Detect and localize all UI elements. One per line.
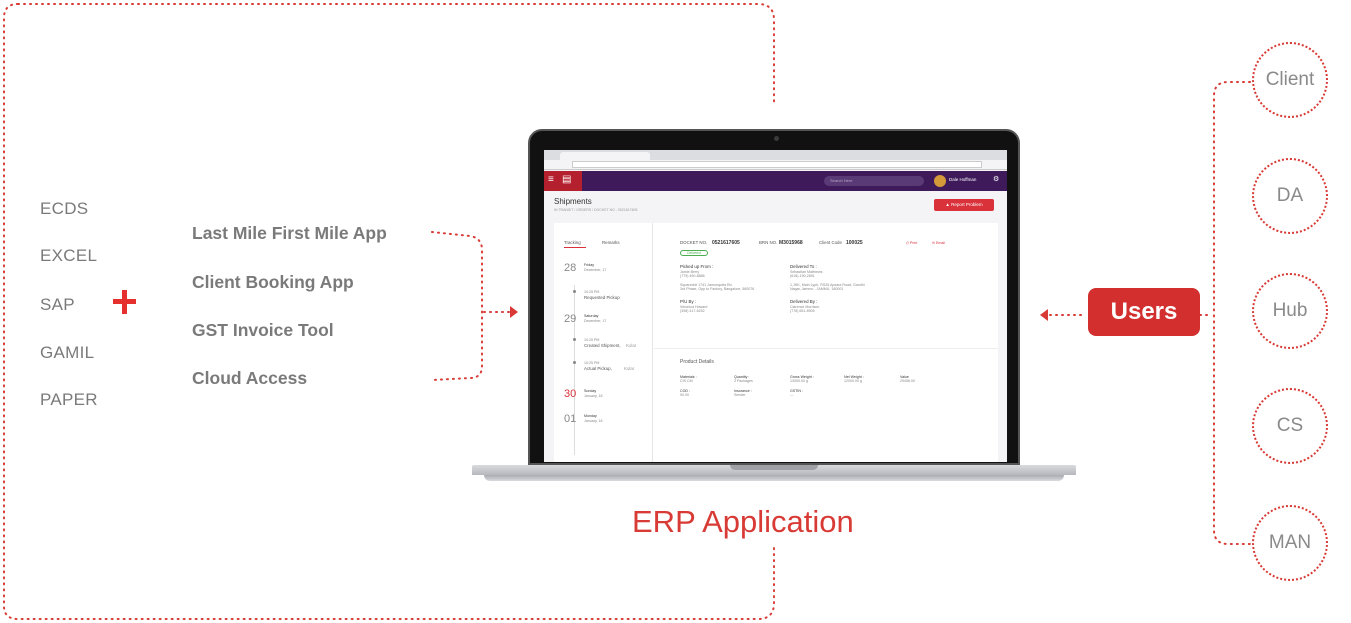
timeline-event: Actual Pickup,: [584, 366, 612, 371]
laptop-base-bottom: [484, 475, 1064, 481]
pickup-address-2: 3rd Phase, Opp to Factory, Bangalore, 56…: [680, 287, 755, 291]
timeline-month: December, 17: [584, 319, 607, 323]
role-da: DA: [1252, 158, 1328, 234]
app-cloud-access: Cloud Access: [192, 368, 308, 388]
timeline-weekday: Sunday: [584, 389, 597, 393]
docket-number: 0521617605: [712, 240, 740, 246]
browser-addressbar: [544, 160, 1007, 170]
timeline-dot: [573, 290, 576, 293]
print-label: Print: [909, 241, 918, 245]
report-label: Report Problem: [951, 202, 983, 207]
avatar: [934, 175, 946, 187]
brn-number: M3015968: [779, 240, 803, 246]
app-client-booking: Client Booking App: [192, 272, 354, 292]
laptop-bezel: ≡ ▤ Search Here Dale Hoffman ⚙ Shipments…: [528, 129, 1020, 465]
search-input: Search Here: [824, 176, 924, 186]
delivered-to-phone: (618)-190-2891: [790, 274, 815, 278]
role-cs: CS: [1252, 388, 1328, 464]
user-name: Dale Hoffman: [949, 177, 977, 182]
email-label: Email: [936, 241, 946, 245]
timeline-weekday: Monday: [584, 414, 597, 418]
client-code-label: Client Code: [819, 240, 842, 245]
app-gst-invoice: GST Invoice Tool: [192, 320, 334, 340]
timeline-month: January, 18: [584, 394, 603, 398]
timeline-line: [574, 285, 575, 455]
timeline-time: 10:25 PM: [584, 338, 600, 342]
email-link: ✉ Email: [932, 241, 946, 245]
erp-application-label: ERP Application: [632, 504, 854, 539]
shipment-panel: Tracking Remarks 28 Friday December, 17 …: [554, 223, 998, 462]
pickup-label: Picked up From :: [680, 264, 714, 269]
url-field: [572, 161, 982, 168]
source-excel: EXCEL: [40, 246, 98, 265]
panel-divider: [652, 223, 653, 462]
erp-screen: ≡ ▤ Search Here Dale Hoffman ⚙ Shipments…: [544, 150, 1007, 462]
timeline-time: 10:25 PM: [584, 290, 600, 294]
timeline-dot: [573, 361, 576, 364]
tab-remarks: Remarks: [602, 240, 620, 245]
timeline-event: Requested Pickup: [584, 295, 620, 300]
value-value: 29456.00: [900, 379, 915, 383]
gstin-value: ---: [790, 393, 794, 397]
timeline-time: 10:25 PM: [584, 361, 600, 365]
pickup-by-phone: (398) 417-6252: [680, 309, 705, 313]
cod-value: 00.00: [680, 393, 689, 397]
users-box: Users: [1088, 288, 1200, 336]
browser-tabbar: [544, 150, 1007, 160]
timeline-event: Created Shipment,: [584, 343, 621, 348]
page-title: Shipments: [554, 197, 592, 206]
menu-icon: ≡: [548, 174, 554, 185]
source-paper: PAPER: [40, 390, 98, 409]
brand-block: ≡ ▤: [544, 171, 582, 191]
timeline-place: Kolar: [624, 366, 635, 371]
pickup-phone: (779) 490-8886: [680, 274, 705, 278]
source-sap: SAP: [40, 295, 75, 314]
camera-icon: [774, 136, 779, 141]
docket-label: DOCKET NO.: [680, 240, 708, 245]
role-client: Client: [1252, 42, 1328, 118]
timeline-day: 29: [564, 313, 577, 325]
timeline-weekday: Friday: [584, 263, 594, 267]
timeline-day: 01: [564, 413, 577, 425]
product-details-title: Product Details: [680, 359, 714, 365]
insurance-value: Sender: [734, 393, 746, 397]
timeline-place: Kolar: [626, 343, 637, 348]
timeline-month: December, 17: [584, 268, 607, 272]
breadcrumb: IN TRANSIT / ORDERS / DOCKET NO - 052161…: [554, 208, 638, 212]
report-problem-button: ▲ Report Problem: [934, 199, 994, 211]
delivered-to-label: Delivered To :: [790, 264, 817, 269]
quantity-value: 3 Packages: [734, 379, 753, 383]
plus-icon: [110, 288, 140, 318]
status-badge: Delivered: [680, 250, 708, 256]
section-divider: [654, 348, 998, 349]
tab-tracking: Tracking: [564, 240, 581, 245]
client-code: 100025: [846, 240, 863, 246]
source-gamil: GAMIL: [40, 343, 95, 362]
timeline-weekday: Saturday: [584, 314, 599, 318]
role-man: MAN: [1252, 505, 1328, 581]
timeline-day: 28: [564, 262, 577, 274]
app-navbar: ≡ ▤ Search Here Dale Hoffman ⚙: [544, 171, 1007, 191]
laptop-mockup: ≡ ▤ Search Here Dale Hoffman ⚙ Shipments…: [472, 95, 1076, 490]
gear-icon: ⚙: [993, 176, 1000, 183]
materials-value: CIS CM: [680, 379, 693, 383]
timeline-month: January, 18: [584, 419, 603, 423]
brn-label: BRN NO.: [759, 240, 778, 245]
laptop-notch: [730, 465, 818, 470]
delivered-to-address-2: Nagar, Jammu - JAMMU, 180001: [790, 287, 844, 291]
tab-underline: [564, 247, 586, 248]
gross-weight-value: 13000.00 g: [790, 379, 808, 383]
browser-tab: [560, 152, 650, 160]
delivered-by-label: Delivered By :: [790, 299, 818, 304]
delivered-by-phone: (778) 651-8905: [790, 309, 815, 313]
pickup-by-label: P/U By :: [680, 299, 697, 304]
timeline-dot: [573, 338, 576, 341]
print-link: ⎙ Print: [906, 241, 918, 245]
source-ecds: ECDS: [40, 199, 89, 218]
app-last-mile: Last Mile First Mile App: [192, 223, 387, 243]
net-weight-value: 12000.00 g: [844, 379, 862, 383]
role-hub: Hub: [1252, 273, 1328, 349]
timeline-day: 30: [564, 388, 577, 400]
logo-icon: ▤: [562, 174, 572, 185]
